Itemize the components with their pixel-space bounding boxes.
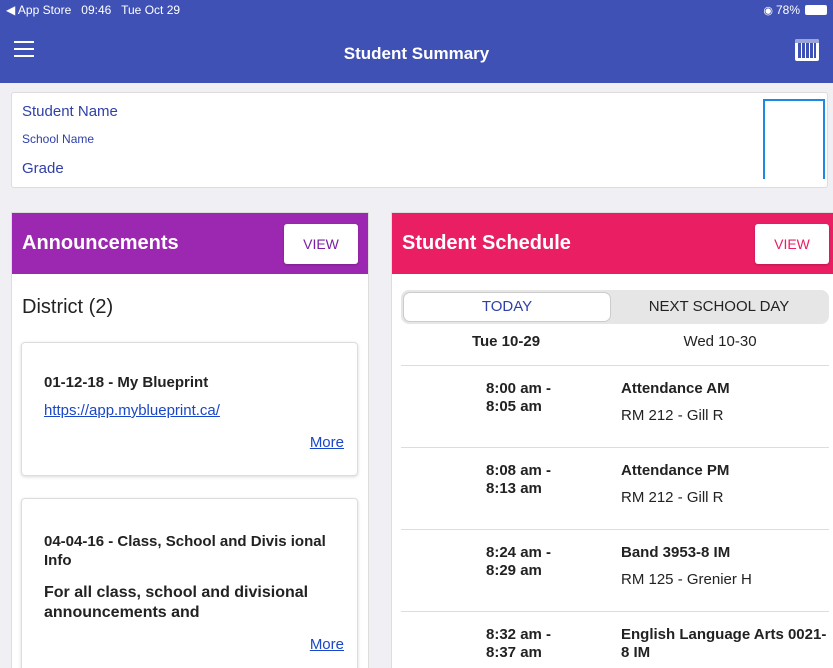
date-today: Tue 10-29 xyxy=(471,333,541,350)
status-date: Tue Oct 29 xyxy=(121,3,181,17)
announcements-title: Announcements xyxy=(22,232,179,254)
status-bar: ◀ App Store 09:46 Tue Oct 29 ◉ 78% xyxy=(0,0,833,20)
calendar-icon[interactable] xyxy=(795,39,819,61)
announcement-more-link[interactable]: More xyxy=(310,434,344,451)
schedule-row[interactable]: 8:00 am - 8:05 am Attendance AM RM 212 -… xyxy=(401,365,829,447)
page-title: Student Summary xyxy=(343,44,490,63)
announcement-title: 04-04-16 - Class, School and Divis ional… xyxy=(44,533,326,569)
schedule-class: Attendance PM xyxy=(621,462,730,479)
app-bar: Student Summary xyxy=(0,20,833,83)
announcement-body: For all class, school and divisional ann… xyxy=(44,584,309,621)
battery-percent: 78% xyxy=(775,3,800,17)
tab-next-school-day[interactable]: NEXT SCHOOL DAY xyxy=(611,292,827,322)
announcement-title: 01-12-18 - My Blueprint xyxy=(44,374,209,391)
schedule-time: 8:32 am - 8:37 am xyxy=(486,626,552,661)
back-to-app[interactable]: ◀ App Store xyxy=(6,3,71,17)
schedule-header: Student Schedule VIEW xyxy=(392,213,833,274)
schedule-room: RM 212 - Gill R xyxy=(621,407,724,424)
schedule-panel: Student Schedule VIEW TODAY NEXT SCHOOL … xyxy=(391,212,833,668)
schedule-row[interactable]: 8:32 am - 8:37 am English Language Arts … xyxy=(401,611,829,668)
status-time: 09:46 xyxy=(81,3,112,17)
schedule-row[interactable]: 8:24 am - 8:29 am Band 3953-8 IM RM 125 … xyxy=(401,529,829,611)
student-card: Student Name School Name Grade xyxy=(11,92,828,188)
schedule-time: 8:24 am - 8:29 am xyxy=(486,544,552,579)
announcements-header: Announcements VIEW xyxy=(12,213,368,274)
schedule-room: RM 125 - Grenier H xyxy=(621,571,752,588)
tab-today[interactable]: TODAY xyxy=(403,292,611,322)
schedule-room: RM 212 - Gill R xyxy=(621,489,724,506)
schedule-time: 8:08 am - 8:13 am xyxy=(486,462,552,497)
schedule-class: Attendance AM xyxy=(621,380,730,397)
schedule-class: Band 3953-8 IM xyxy=(621,544,731,561)
schedule-view-button[interactable]: VIEW xyxy=(755,224,829,264)
announcements-panel: Announcements VIEW District (2) 01-12-18… xyxy=(11,212,369,668)
schedule-time: 8:00 am - 8:05 am xyxy=(486,380,552,415)
schedule-title: Student Schedule xyxy=(402,232,571,254)
status-right: ◉ 78% xyxy=(763,3,827,17)
student-name: Student Name xyxy=(22,103,118,120)
date-next: Wed 10-30 xyxy=(683,333,757,350)
schedule-day-toggle: TODAY NEXT SCHOOL DAY xyxy=(401,290,829,324)
announcement-more-link[interactable]: More xyxy=(310,636,344,653)
student-grade: Grade xyxy=(22,160,64,177)
status-left: ◀ App Store 09:46 Tue Oct 29 xyxy=(6,3,180,17)
announcement-card: 01-12-18 - My Blueprint https://app.mybl… xyxy=(21,342,358,476)
announcement-link[interactable]: https://app.myblueprint.ca/ xyxy=(44,402,220,419)
announcement-card: 04-04-16 - Class, School and Divis ional… xyxy=(21,498,358,668)
student-photo xyxy=(763,99,825,179)
announcement-group-label: District (2) xyxy=(22,296,114,318)
school-name: School Name xyxy=(22,132,95,146)
wifi-icon: ◉ xyxy=(763,4,773,17)
announcements-view-button[interactable]: VIEW xyxy=(284,224,358,264)
schedule-class: English Language Arts 0021-8 IM xyxy=(621,626,827,661)
schedule-row[interactable]: 8:08 am - 8:13 am Attendance PM RM 212 -… xyxy=(401,447,829,529)
battery-icon xyxy=(805,5,827,15)
